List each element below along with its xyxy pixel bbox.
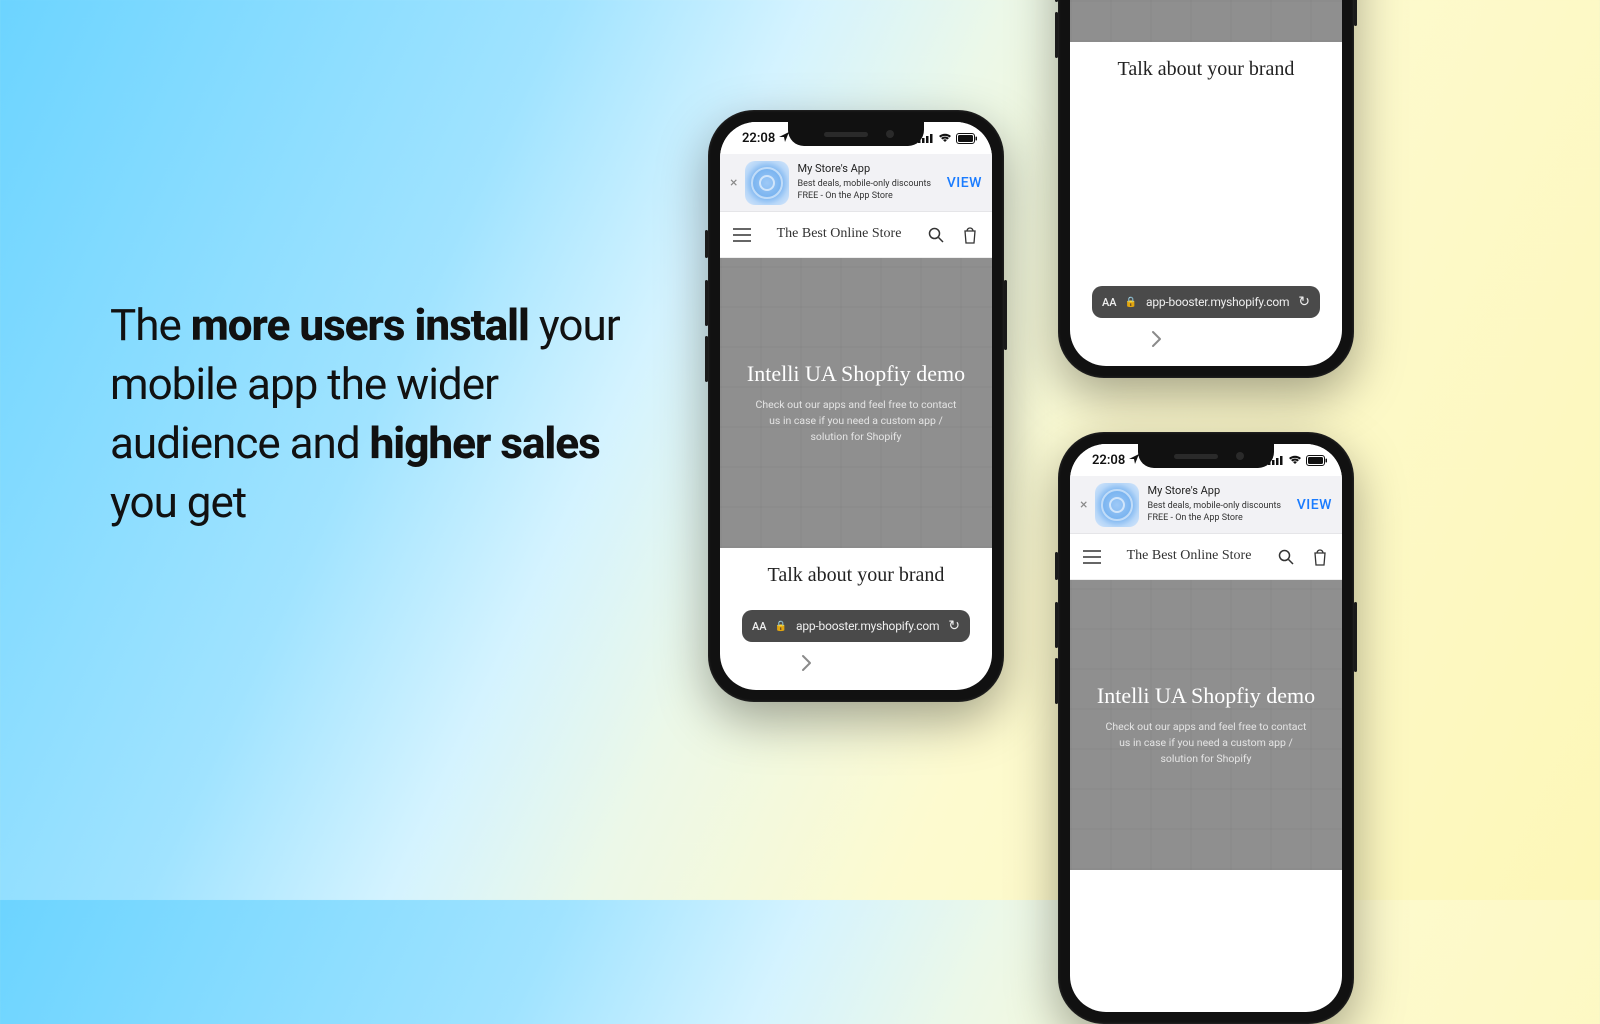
browser-url-bar[interactable]: AA 🔒 app-booster.myshopify.com ↻ [742, 610, 970, 642]
phone-mockup-center: 22:08 × My Store's App Best deals, mobil… [708, 110, 1004, 702]
headline-bold1: more users install [191, 299, 529, 351]
brand-cta: Talk about your brand [1070, 42, 1342, 96]
share-icon[interactable] [845, 652, 867, 674]
status-time: 22:08 [742, 131, 775, 146]
headline: The more users install your mobile app t… [110, 298, 650, 534]
lock-icon: 🔒 [775, 621, 787, 632]
banner-app-title: My Store's App [1147, 484, 1288, 499]
menu-icon[interactable] [1082, 547, 1102, 567]
close-icon[interactable]: × [1080, 497, 1087, 513]
reload-icon[interactable]: ↻ [1298, 294, 1310, 310]
phone-mockup-top-right: Intelli UA Shopfiy demo Check out our ap… [1058, 0, 1354, 378]
reader-icon[interactable]: AA [752, 620, 767, 633]
banner-app-title: My Store's App [797, 162, 938, 177]
banner-price: FREE - On the App Store [1147, 512, 1288, 524]
browser-toolbar [1070, 322, 1342, 356]
banner-price: FREE - On the App Store [797, 190, 938, 202]
hero-title: Intelli UA Shopfiy demo [747, 361, 965, 387]
home-indicator [1151, 358, 1261, 362]
banner-subtitle: Best deals, mobile-only discounts [797, 178, 938, 190]
hero-title: Intelli UA Shopfiy demo [1097, 683, 1315, 709]
banner-subtitle: Best deals, mobile-only discounts [1147, 500, 1288, 512]
hero-subtitle: Check out our apps and feel free to cont… [751, 397, 961, 444]
search-icon[interactable] [1276, 547, 1296, 567]
hero-section: Intelli UA Shopfiy demo Check out our ap… [1070, 0, 1342, 42]
share-icon[interactable] [1195, 328, 1217, 350]
browser-toolbar [720, 646, 992, 680]
cart-icon[interactable] [1310, 547, 1330, 567]
view-button[interactable]: VIEW [947, 175, 982, 191]
wifi-icon [1288, 455, 1302, 465]
back-icon[interactable] [744, 652, 766, 674]
store-title: The Best Online Store [777, 226, 902, 242]
status-time: 22:08 [1092, 453, 1125, 468]
app-icon [1095, 483, 1139, 527]
headline-pt3: you get [110, 476, 246, 528]
smart-app-banner: × My Store's App Best deals, mobile-only… [1070, 476, 1342, 534]
reload-icon[interactable]: ↻ [948, 618, 960, 634]
brand-cta: Talk about your brand [720, 548, 992, 602]
bookmarks-icon[interactable] [1245, 328, 1267, 350]
menu-icon[interactable] [732, 225, 752, 245]
close-icon[interactable]: × [730, 175, 737, 191]
home-indicator [801, 682, 911, 686]
store-title: The Best Online Store [1127, 548, 1252, 564]
headline-bold2: higher sales [370, 417, 600, 469]
battery-icon [1306, 455, 1328, 466]
browser-url-bar[interactable]: AA 🔒 app-booster.myshopify.com ↻ [1092, 286, 1320, 318]
store-header: The Best Online Store [1070, 534, 1342, 580]
forward-icon [795, 652, 817, 674]
store-header: The Best Online Store [720, 212, 992, 258]
tabs-icon[interactable] [1296, 328, 1318, 350]
smart-app-banner: × My Store's App Best deals, mobile-only… [720, 154, 992, 212]
back-icon[interactable] [1094, 328, 1116, 350]
cart-icon[interactable] [960, 225, 980, 245]
hero-subtitle: Check out our apps and feel free to cont… [1101, 719, 1311, 766]
url-text: app-booster.myshopify.com [1145, 295, 1290, 309]
tabs-icon[interactable] [946, 652, 968, 674]
search-icon[interactable] [926, 225, 946, 245]
hero-section: Intelli UA Shopfiy demo Check out our ap… [720, 258, 992, 548]
battery-icon [956, 133, 978, 144]
hero-section: Intelli UA Shopfiy demo Check out our ap… [1070, 580, 1342, 870]
phone-mockup-bottom-right: 22:08 × My Store's App Best deals, mobil… [1058, 432, 1354, 1024]
app-icon [745, 161, 789, 205]
wifi-icon [938, 133, 952, 143]
view-button[interactable]: VIEW [1297, 497, 1332, 513]
reader-icon[interactable]: AA [1102, 296, 1117, 309]
url-text: app-booster.myshopify.com [795, 619, 940, 633]
bookmarks-icon[interactable] [895, 652, 917, 674]
headline-pt1: The [110, 299, 191, 351]
lock-icon: 🔒 [1125, 297, 1137, 308]
forward-icon [1145, 328, 1167, 350]
